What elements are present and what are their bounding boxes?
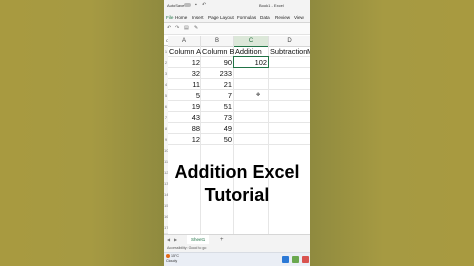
cell-a8[interactable]: 88 — [168, 123, 200, 134]
cell-a1[interactable]: Column A — [169, 46, 201, 57]
autosave-toggle[interactable] — [184, 3, 191, 7]
cell-a7[interactable]: 43 — [168, 112, 200, 123]
title-bar: AutoSave ▪ ↶ Book1 - Excel — [164, 0, 310, 11]
save-icon[interactable]: ▪ — [195, 2, 197, 8]
tab-insert[interactable]: Insert — [192, 15, 204, 20]
window-title: Book1 - Excel — [259, 3, 284, 8]
spreadsheet-grid: A B C D 1 2 3 4 5 6 7 8 9 10 11 12 13 14… — [164, 36, 310, 234]
overlay-title-line2: Tutorial — [204, 185, 270, 205]
taskbar-app-icon[interactable] — [292, 256, 299, 263]
weather-widget[interactable]: 15°C Cloudy — [166, 254, 179, 264]
overlay-title-line1: Addition Excel — [174, 162, 300, 182]
row-number[interactable]: 17 — [164, 222, 168, 234]
status-bar: Accessibility: Good to go — [164, 244, 310, 252]
cell-a3[interactable]: 32 — [168, 68, 200, 79]
cell-e1[interactable]: M — [307, 46, 310, 57]
background-left — [0, 0, 164, 266]
cell-a5[interactable]: 5 — [168, 90, 200, 101]
cell-d1[interactable]: Subtraction — [270, 46, 307, 57]
taskbar: 15°C Cloudy — [164, 252, 310, 266]
tab-data[interactable]: Data — [260, 15, 270, 20]
taskbar-app-icon[interactable] — [302, 256, 309, 263]
clipboard-icon[interactable]: ▤ — [184, 25, 189, 31]
cell-a4[interactable]: 11 — [168, 79, 200, 90]
undo-icon[interactable]: ↶ — [202, 2, 206, 8]
cell-b4[interactable]: 21 — [201, 79, 232, 90]
quick-toolbar: ↶ ↷ ▤ ✎ — [164, 23, 310, 34]
cell-b2[interactable]: 90 — [201, 57, 232, 68]
cell-b9[interactable]: 50 — [201, 134, 232, 145]
tab-home[interactable]: Home — [175, 15, 187, 20]
background-right — [310, 0, 474, 266]
selected-cell-border — [233, 56, 269, 68]
tab-review[interactable]: Review — [275, 15, 290, 20]
redo-tool-icon[interactable]: ↷ — [175, 25, 179, 31]
autosave-label: AutoSave — [167, 3, 185, 8]
cell-b8[interactable]: 49 — [201, 123, 232, 134]
tab-file[interactable]: File — [166, 15, 173, 20]
add-sheet-button[interactable]: + — [220, 236, 224, 244]
cell-b5[interactable]: 7 — [201, 90, 232, 101]
windows-start-icon[interactable] — [282, 256, 289, 263]
undo-tool-icon[interactable]: ↶ — [167, 25, 171, 31]
cell-a9[interactable]: 12 — [168, 134, 200, 145]
tab-page-layout[interactable]: Page Layout — [208, 15, 234, 20]
tab-formulas[interactable]: Formulas — [237, 15, 256, 20]
ribbon-tabs: File Home Insert Page Layout Formulas Da… — [164, 11, 310, 23]
cell-a2[interactable]: 12 — [168, 57, 200, 68]
cell-b1[interactable]: Column B — [202, 46, 234, 57]
cell-a6[interactable]: 19 — [168, 101, 200, 112]
sheet-nav-left-icon[interactable]: ◀ — [167, 236, 170, 244]
format-painter-icon[interactable]: ✎ — [194, 25, 198, 31]
cell-b6[interactable]: 51 — [201, 101, 232, 112]
weather-icon — [166, 254, 170, 259]
cell-b3[interactable]: 233 — [201, 68, 232, 79]
weather-temperature: 15°C — [171, 254, 180, 258]
excel-window: AutoSave ▪ ↶ Book1 - Excel File Home Ins… — [164, 0, 310, 266]
weather-condition: Cloudy — [166, 259, 178, 263]
tab-view[interactable]: View — [294, 15, 304, 20]
sheet-nav-right-icon[interactable]: ▶ — [174, 236, 177, 244]
cell-b7[interactable]: 73 — [201, 112, 232, 123]
mouse-cursor-icon: ✥ — [256, 92, 261, 98]
accessibility-status[interactable]: Accessibility: Good to go — [167, 246, 206, 250]
